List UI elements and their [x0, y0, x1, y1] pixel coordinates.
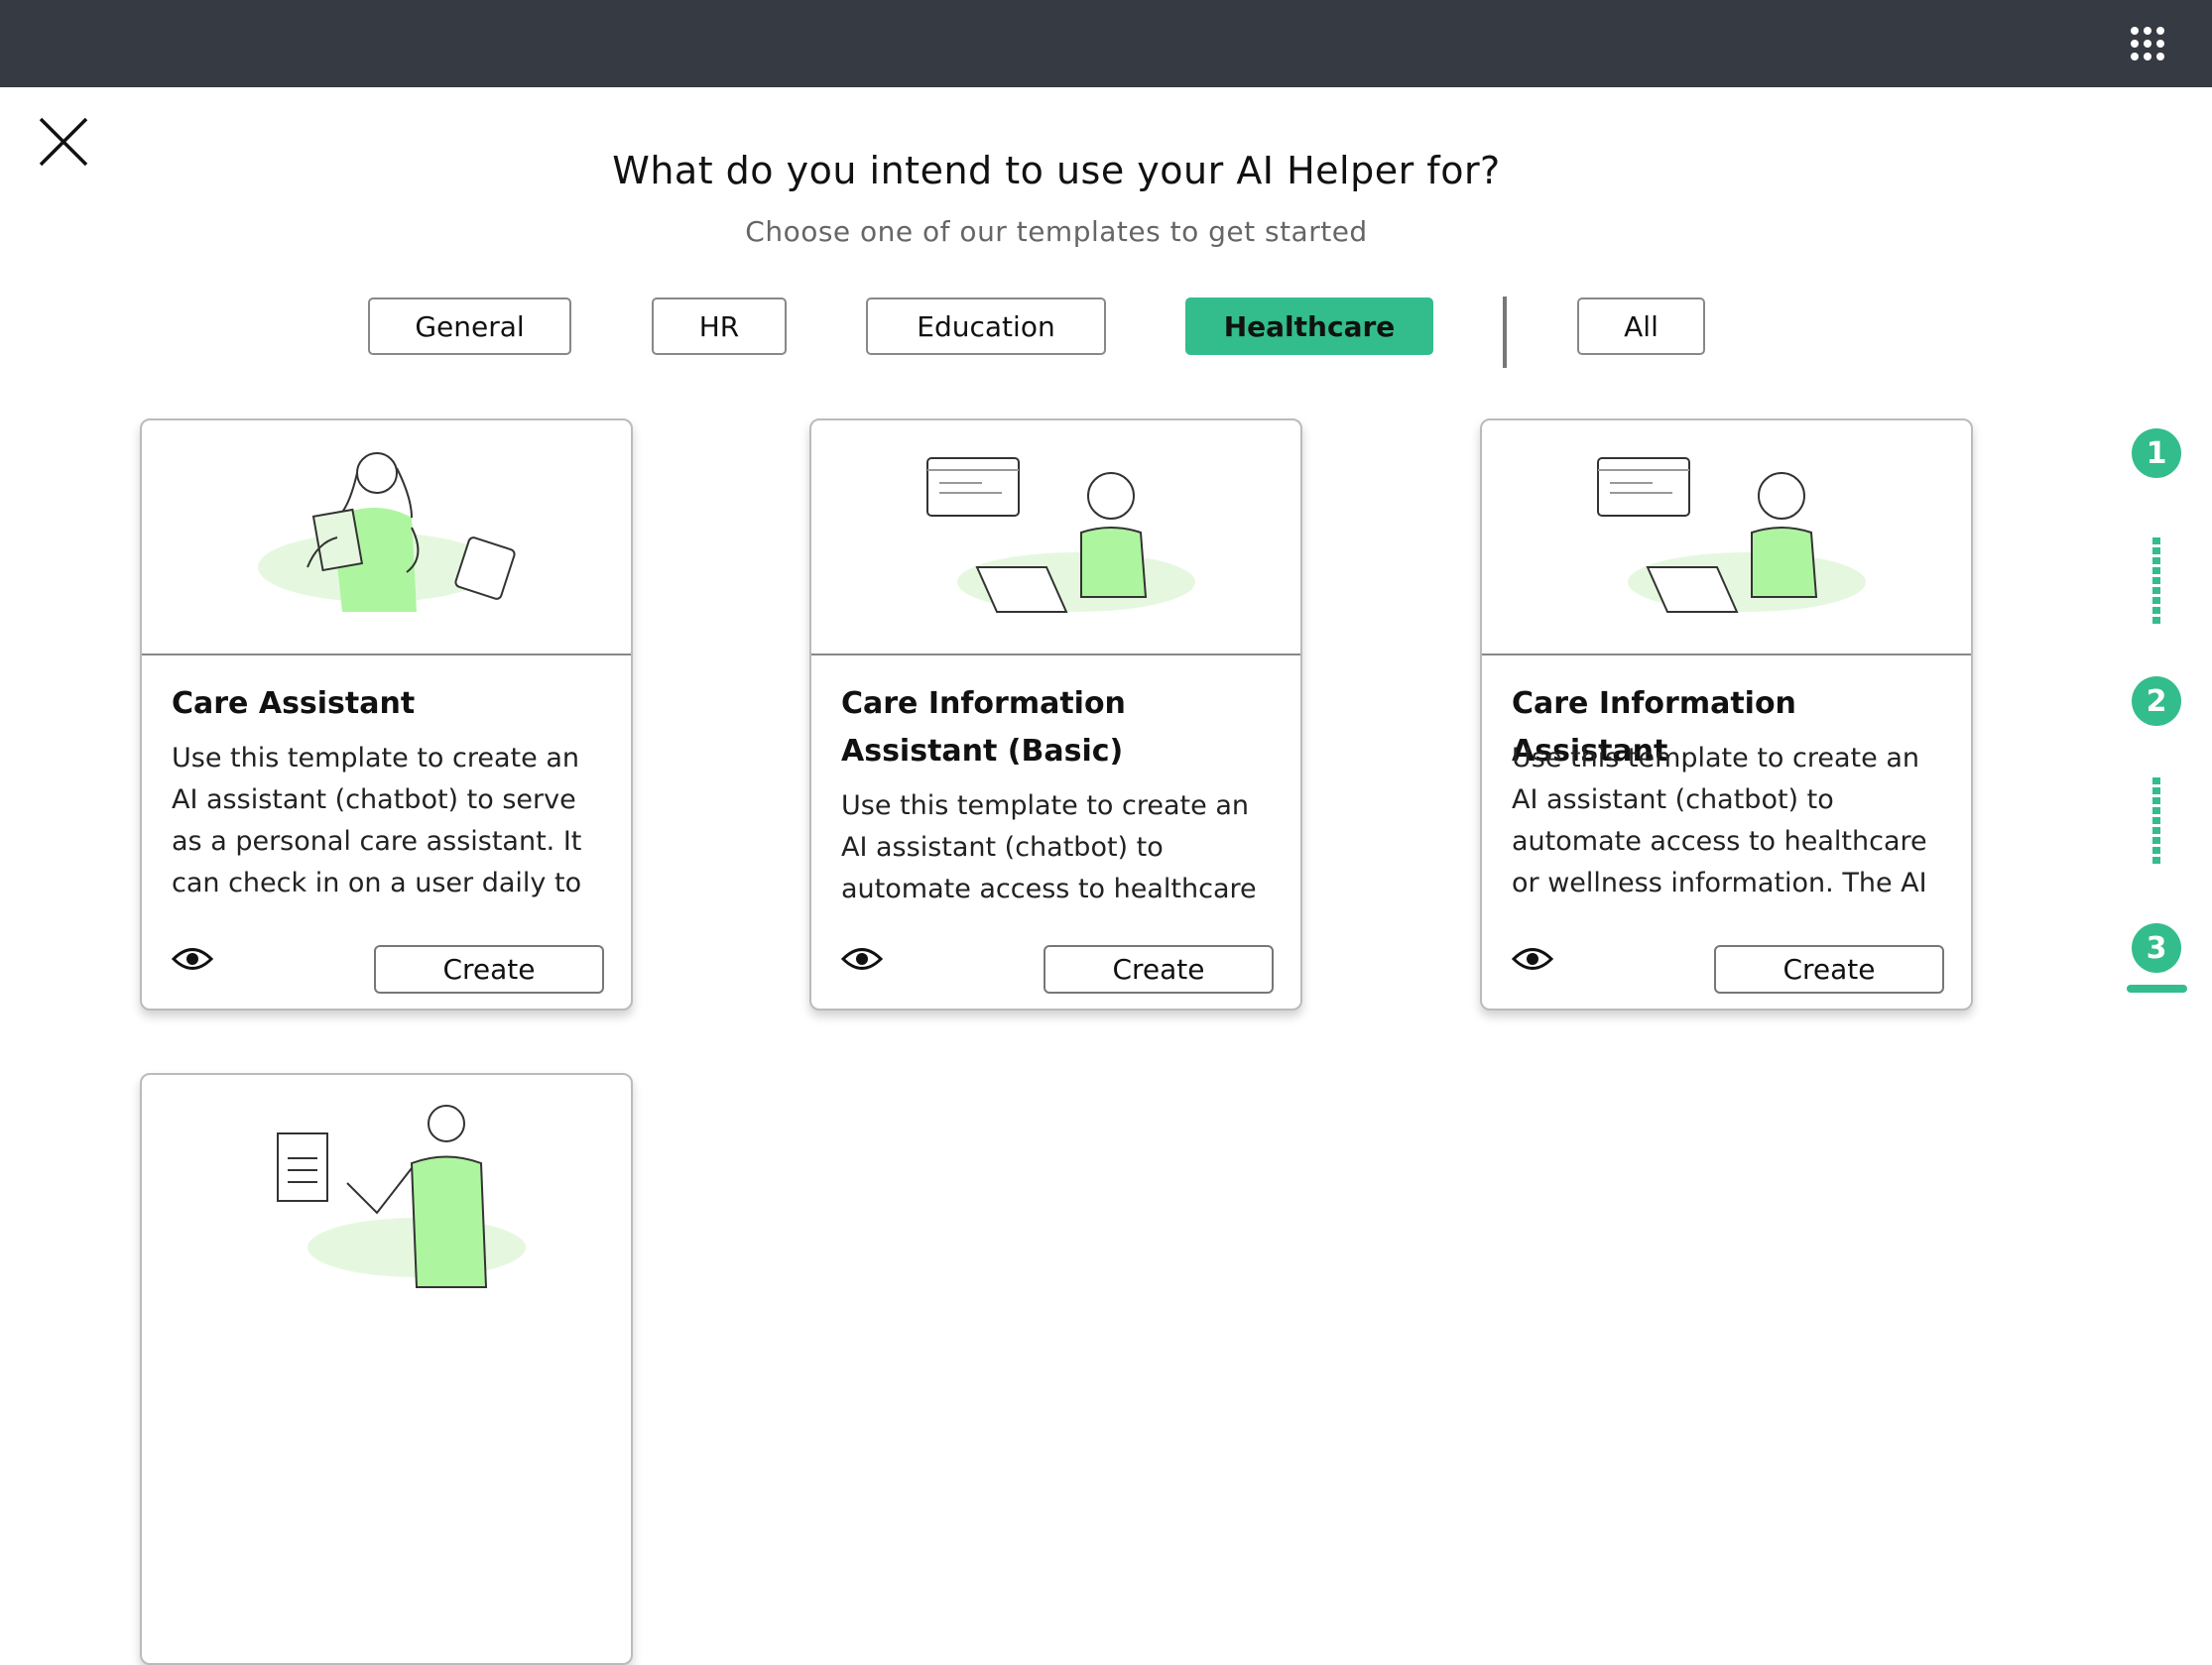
filter-general[interactable]: General	[368, 297, 571, 355]
card-description: Use this template to create an AI assist…	[172, 743, 582, 898]
apps-grid-icon[interactable]	[2131, 27, 2164, 60]
card-title: Care Assistant	[172, 686, 416, 721]
filter-healthcare[interactable]: Healthcare	[1185, 297, 1433, 355]
template-card-care-information-basic: Care Information Assistant (Basic) Use t…	[809, 418, 1302, 1011]
filter-hr[interactable]: HR	[652, 297, 787, 355]
step-2-indicator: 2	[2132, 676, 2181, 726]
filter-divider	[1503, 297, 1507, 368]
top-bar	[0, 0, 2212, 87]
step-connector	[2152, 777, 2160, 865]
template-card-care-information: Care Information Assistant Use this temp…	[1480, 418, 1973, 1011]
eye-icon[interactable]	[172, 946, 213, 972]
care-information-illustration	[1482, 420, 1971, 655]
clipboard-illustration	[142, 1075, 631, 1310]
step-3-indicator: 3	[2132, 923, 2181, 973]
template-card-partial	[140, 1073, 633, 1665]
page-subtitle: Choose one of our templates to get start…	[745, 215, 1368, 248]
current-step-underline	[2127, 985, 2187, 993]
care-assistant-illustration	[142, 420, 631, 655]
create-button[interactable]: Create	[374, 945, 604, 994]
create-button[interactable]: Create	[1714, 945, 1944, 994]
card-description: Use this template to create an AI assist…	[1512, 743, 1927, 898]
template-card-care-assistant: Care Assistant Use this template to crea…	[140, 418, 633, 1011]
card-description: Use this template to create an AI assist…	[841, 790, 1257, 904]
eye-icon[interactable]	[841, 946, 883, 972]
step-1-indicator: 1	[2132, 428, 2181, 478]
step-connector	[2152, 537, 2160, 625]
care-information-illustration	[811, 420, 1300, 655]
create-button[interactable]: Create	[1044, 945, 1274, 994]
filter-education[interactable]: Education	[866, 297, 1106, 355]
eye-icon[interactable]	[1512, 946, 1553, 972]
page-title: What do you intend to use your AI Helper…	[612, 149, 1501, 192]
filter-all[interactable]: All	[1577, 297, 1705, 355]
card-title: Care Information Assistant (Basic)	[841, 686, 1126, 769]
